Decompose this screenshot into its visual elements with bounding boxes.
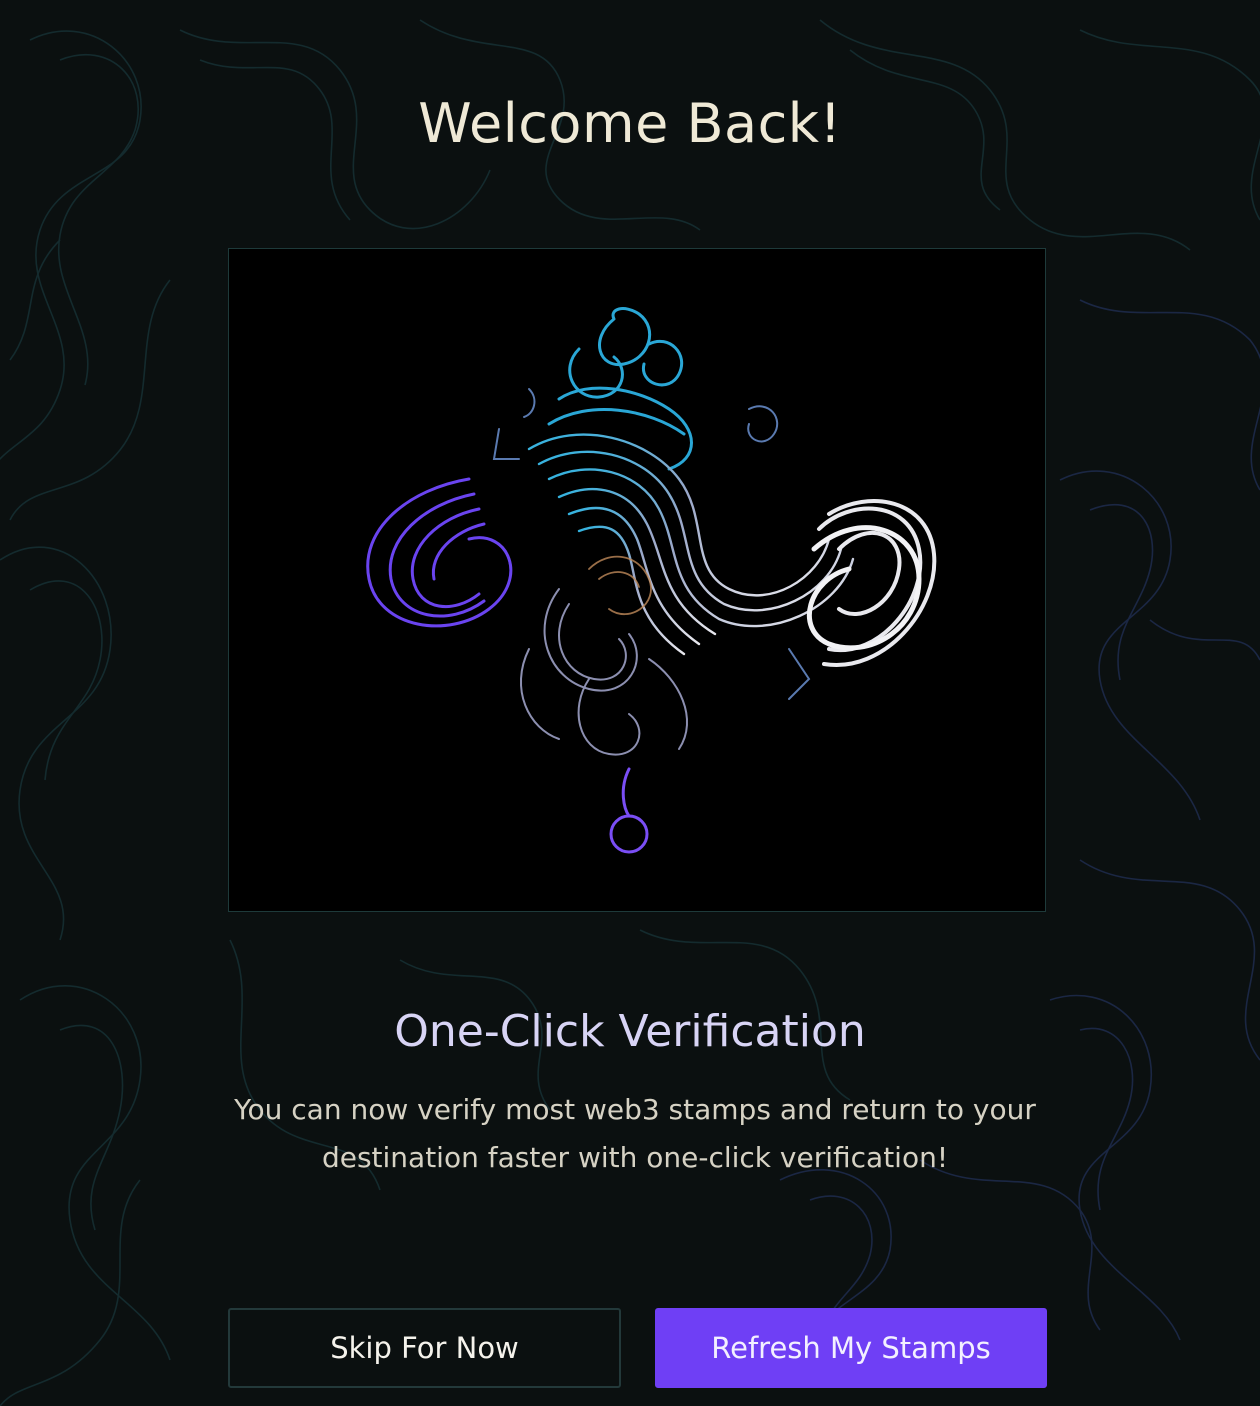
skip-button-label: Skip For Now xyxy=(330,1331,519,1365)
feature-title: One-Click Verification xyxy=(394,1006,866,1057)
skip-for-now-button[interactable]: Skip For Now xyxy=(228,1308,621,1388)
artwork-frame xyxy=(228,248,1046,912)
page-title: Welcome Back! xyxy=(418,92,842,155)
abstract-swirl-artwork-icon xyxy=(366,307,937,854)
feature-description: You can now verify most web3 stamps and … xyxy=(234,1093,1036,1174)
welcome-back-screen: Welcome Back! One-Click Verification You… xyxy=(0,0,1260,1406)
refresh-button-label: Refresh My Stamps xyxy=(711,1331,991,1365)
refresh-my-stamps-button[interactable]: Refresh My Stamps xyxy=(655,1308,1047,1388)
